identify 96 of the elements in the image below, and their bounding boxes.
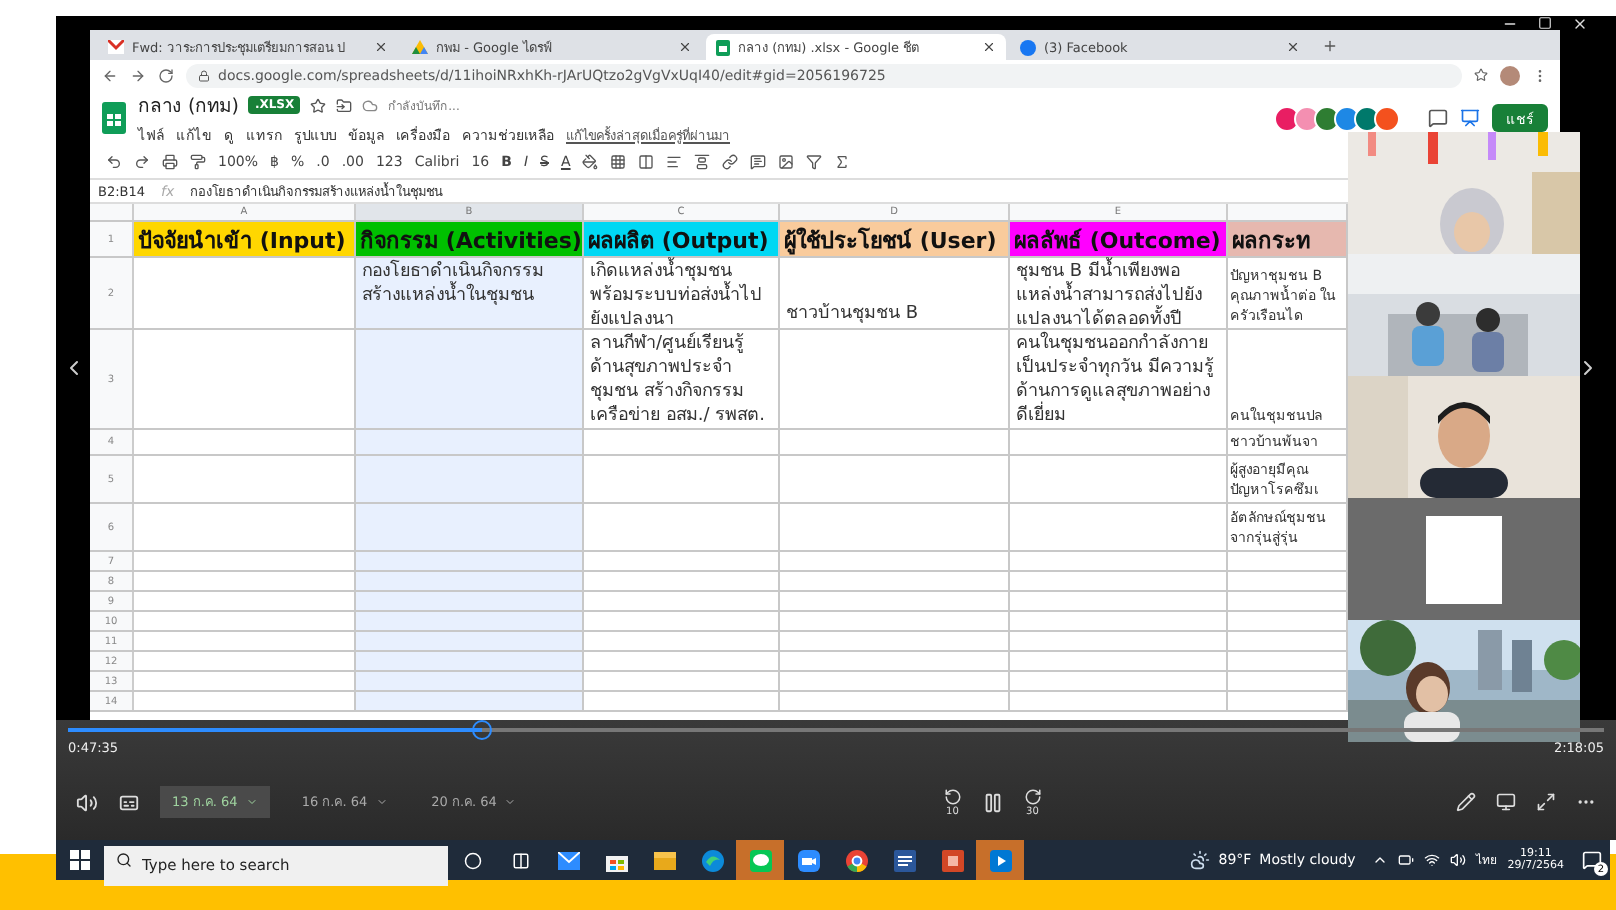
weather-icon <box>1190 850 1211 870</box>
document-title: กลาง (กทม) <box>138 94 239 120</box>
image-icon[interactable] <box>778 154 795 170</box>
new-tab-icon[interactable] <box>1322 38 1338 54</box>
comment-icon[interactable] <box>1428 108 1448 128</box>
column-heading: ปัจจัยนำเข้า (Input) <box>134 222 356 256</box>
maximize-icon[interactable] <box>1538 16 1552 30</box>
redo-icon[interactable] <box>134 154 150 170</box>
paint-format-icon[interactable] <box>190 154 206 170</box>
table-cell[interactable] <box>356 672 584 690</box>
collaborator-avatar[interactable] <box>1314 105 1340 131</box>
move-icon[interactable] <box>336 97 353 113</box>
collaborator-avatar[interactable] <box>1334 105 1360 131</box>
link-icon[interactable] <box>722 154 739 170</box>
play-icon <box>989 849 1011 871</box>
table-cell[interactable]: เกิดแหล่งน้ำชุมชน พร้อมระบบท่อส่งน้ำไปยังแปลงนา <box>584 258 780 328</box>
table-cell[interactable] <box>356 652 584 670</box>
table-cell[interactable] <box>356 504 584 550</box>
filter-icon[interactable] <box>806 154 823 170</box>
borders-icon[interactable] <box>610 154 627 170</box>
spreadsheet-icon <box>102 102 126 134</box>
circle-logo-icon <box>1020 39 1036 55</box>
close-icon[interactable] <box>1286 40 1300 54</box>
windows-logo-icon[interactable] <box>70 850 90 870</box>
caret-icon <box>375 796 388 808</box>
battery-icon <box>1397 852 1414 868</box>
search-icon <box>116 852 132 868</box>
cloud-icon <box>362 97 379 113</box>
table-cell[interactable] <box>356 552 584 570</box>
pen-icon[interactable] <box>1456 792 1476 812</box>
document-icon <box>893 849 915 871</box>
caret-icon <box>245 796 258 808</box>
fullscreen-icon[interactable] <box>1536 792 1556 812</box>
volume-icon[interactable] <box>1449 852 1466 868</box>
table-cell[interactable] <box>356 692 584 710</box>
task-view-icon[interactable] <box>511 851 529 869</box>
sum-icon[interactable] <box>834 154 851 170</box>
fill-color-icon[interactable] <box>582 154 599 170</box>
table-cell[interactable]: กองโยธาดำเนินกิจกรรม สร้างแหล่งน้ำในชุมชน <box>356 258 584 328</box>
back-icon[interactable] <box>102 67 118 83</box>
table-cell[interactable] <box>356 430 584 454</box>
undo-icon[interactable] <box>106 154 122 170</box>
table-cell[interactable] <box>356 456 584 502</box>
progress-handle[interactable] <box>472 720 493 740</box>
present-icon[interactable] <box>1460 108 1480 128</box>
star-icon[interactable] <box>310 97 327 113</box>
captions-icon[interactable] <box>118 791 140 813</box>
close-icon[interactable] <box>678 40 692 54</box>
video-camera-icon <box>797 849 819 871</box>
caret-icon <box>504 796 517 808</box>
folder-icon <box>653 851 675 869</box>
wifi-icon <box>1423 852 1440 868</box>
print-icon[interactable] <box>162 154 178 170</box>
forward-icon <box>1023 787 1042 805</box>
volume-icon[interactable] <box>76 791 98 813</box>
speech-bubble-icon <box>749 849 771 871</box>
swirl-logo-icon <box>701 849 723 871</box>
column-heading: ผลผลิต (Output) <box>584 222 780 256</box>
column-heading: ผู้ใช้ประโยชน์ (User) <box>780 222 1010 256</box>
browser-logo-icon <box>845 849 867 871</box>
align-icon[interactable] <box>666 154 683 170</box>
triangle-icon <box>412 40 428 54</box>
star-icon[interactable] <box>1474 68 1488 82</box>
collaborator-avatar[interactable] <box>1354 105 1380 131</box>
close-icon[interactable] <box>982 40 996 54</box>
avatar-placeholder <box>1426 515 1502 603</box>
profile-avatar[interactable] <box>1500 65 1520 85</box>
envelope-icon <box>108 40 124 54</box>
pause-icon[interactable] <box>981 791 1004 813</box>
table-cell[interactable] <box>356 572 584 590</box>
valign-icon[interactable] <box>694 154 711 170</box>
progress-track[interactable] <box>68 720 1604 740</box>
collaborator-avatar[interactable] <box>1294 105 1320 131</box>
slides-icon <box>941 849 963 871</box>
column-heading: ผลกระท <box>1228 222 1348 256</box>
reload-icon[interactable] <box>158 67 174 83</box>
forward-icon[interactable] <box>130 67 146 83</box>
merge-icon[interactable] <box>638 154 655 170</box>
spreadsheet-icon <box>716 39 730 55</box>
cortana-icon[interactable] <box>463 851 481 869</box>
rewind-icon <box>943 787 962 805</box>
table-cell[interactable] <box>356 632 584 650</box>
column-header[interactable] <box>1228 204 1348 220</box>
close-icon[interactable] <box>374 40 388 54</box>
column-heading: กิจกรรม (Activities) <box>356 222 584 256</box>
envelope-icon <box>557 851 579 869</box>
table-cell[interactable] <box>356 592 584 610</box>
table-cell[interactable] <box>356 612 584 630</box>
collaborator-avatar[interactable] <box>1374 105 1400 131</box>
screen-icon[interactable] <box>1496 792 1516 812</box>
select-all-corner[interactable] <box>90 204 134 220</box>
comment-icon[interactable] <box>750 154 767 170</box>
column-heading: ผลลัพธ์ (Outcome) <box>1010 222 1228 256</box>
collaborator-avatar[interactable] <box>1274 105 1300 131</box>
table-cell[interactable] <box>356 330 584 428</box>
lock-icon <box>198 69 210 81</box>
